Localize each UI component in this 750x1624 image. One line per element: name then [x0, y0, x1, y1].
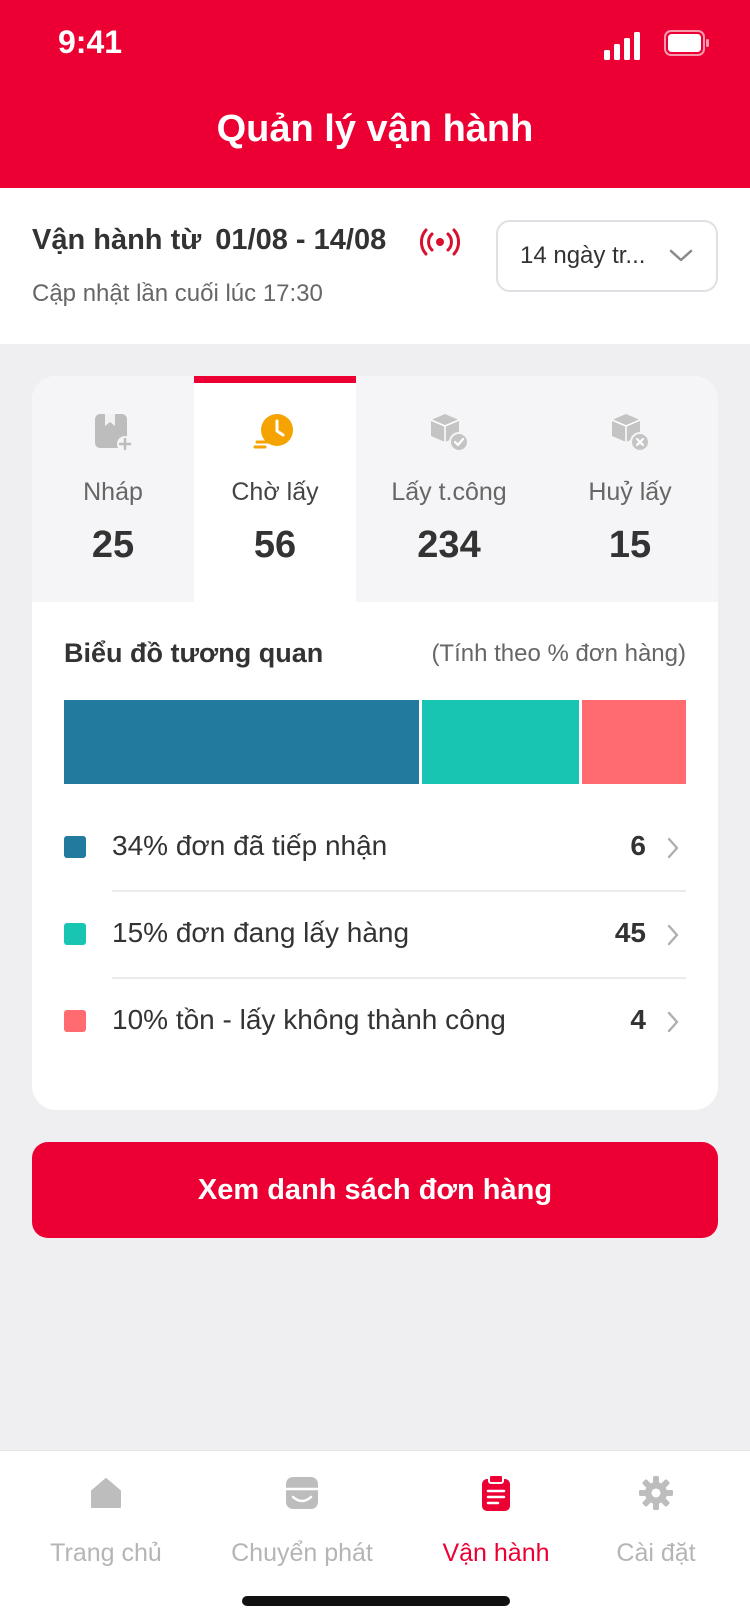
battery-icon	[664, 30, 709, 56]
app-header: 9:41 Quản lý vận hành	[0, 0, 750, 188]
period-select[interactable]: 14 ngày tr...	[496, 220, 718, 292]
tab-count: 234	[417, 524, 481, 566]
tab-count: 15	[608, 524, 652, 566]
nav-item-settings[interactable]: Cài đặt	[562, 1451, 750, 1571]
tab-label: Chờ lấy	[231, 478, 319, 506]
active-tab-indicator	[194, 376, 356, 383]
draft-icon	[95, 414, 133, 452]
chevron-right-icon	[667, 924, 679, 946]
status-time: 9:41	[58, 24, 123, 60]
nav-label: Cài đặt	[616, 1539, 696, 1567]
legend-value: 45	[614, 917, 646, 948]
legend-text: 10% tồn - lấy không thành công	[112, 1004, 506, 1035]
tab-pickup-cancelled[interactable]: Huỷ lấy 15	[542, 376, 718, 602]
range-label: Vận hành từ 01/08 - 14/08	[32, 224, 386, 257]
tab-draft[interactable]: Nháp 25	[32, 376, 194, 602]
tab-count: 25	[91, 524, 135, 566]
bar-segment-2	[421, 700, 579, 784]
clipboard-icon	[482, 1474, 510, 1511]
legend-text: 15% đơn đang lấy hàng	[112, 917, 410, 948]
range-dates: 01/08 - 14/08	[215, 224, 387, 256]
tab-waiting-pickup[interactable]: Chờ lấy 56	[194, 376, 356, 602]
date-filter-section: Vận hành từ 01/08 - 14/08 Cập nhật lần c…	[0, 188, 750, 344]
operations-card: Nháp 25 Chờ lấy 56 Lấy t.công 234 Huỷ lấ…	[32, 376, 718, 1110]
status-tabs: Nháp 25 Chờ lấy 56 Lấy t.công 234 Huỷ lấ…	[32, 376, 718, 602]
legend-row-picking[interactable]: 15% đơn đang lấy hàng 45	[64, 889, 686, 979]
nav-item-delivery[interactable]: Chuyển phát	[208, 1451, 396, 1571]
legend-row-received[interactable]: 34% đơn đã tiếp nhận 6	[64, 802, 686, 892]
box-cancel-icon	[611, 414, 650, 452]
nav-label: Trang chủ	[50, 1539, 162, 1567]
tab-count: 56	[253, 524, 297, 566]
page-title: Quản lý vận hành	[216, 108, 534, 150]
last-updated-text: Cập nhật lần cuối lúc 17:30	[32, 280, 323, 307]
tab-picked-success[interactable]: Lấy t.công 234	[356, 376, 542, 602]
legend-row-failed[interactable]: 10% tồn - lấy không thành công 4	[64, 976, 686, 1066]
gear-icon	[639, 1476, 673, 1510]
home-indicator	[242, 1596, 510, 1606]
bar-segment-1	[64, 700, 419, 784]
chart-note: (Tính theo % đơn hàng)	[431, 640, 686, 667]
range-prefix: Vận hành từ	[32, 224, 202, 256]
legend-swatch	[64, 836, 86, 858]
nav-label: Chuyển phát	[231, 1539, 373, 1567]
stacked-bar-chart	[64, 700, 686, 784]
legend-text: 34% đơn đã tiếp nhận	[112, 830, 388, 861]
home-icon	[91, 1478, 121, 1508]
nav-item-home[interactable]: Trang chủ	[12, 1451, 200, 1571]
legend-swatch	[64, 923, 86, 945]
period-select-value: 14 ngày tr...	[520, 242, 646, 269]
store-icon	[286, 1477, 318, 1509]
clock-icon	[253, 414, 293, 449]
chevron-down-icon	[669, 249, 693, 262]
signal-icon	[604, 32, 640, 60]
bar-segment-3	[581, 700, 686, 784]
tab-label: Huỷ lấy	[588, 478, 672, 506]
chevron-right-icon	[667, 837, 679, 859]
view-orders-button[interactable]: Xem danh sách đơn hàng	[32, 1142, 718, 1238]
legend-value: 6	[630, 830, 646, 861]
legend-value: 4	[630, 1004, 646, 1035]
legend-swatch	[64, 1010, 86, 1032]
tab-label: Lấy t.công	[391, 478, 507, 506]
live-broadcast-icon	[420, 228, 460, 256]
chevron-right-icon	[667, 1011, 679, 1033]
box-check-icon	[430, 414, 469, 452]
chart-title: Biểu đồ tương quan	[64, 638, 324, 668]
tab-label: Nháp	[83, 478, 143, 506]
